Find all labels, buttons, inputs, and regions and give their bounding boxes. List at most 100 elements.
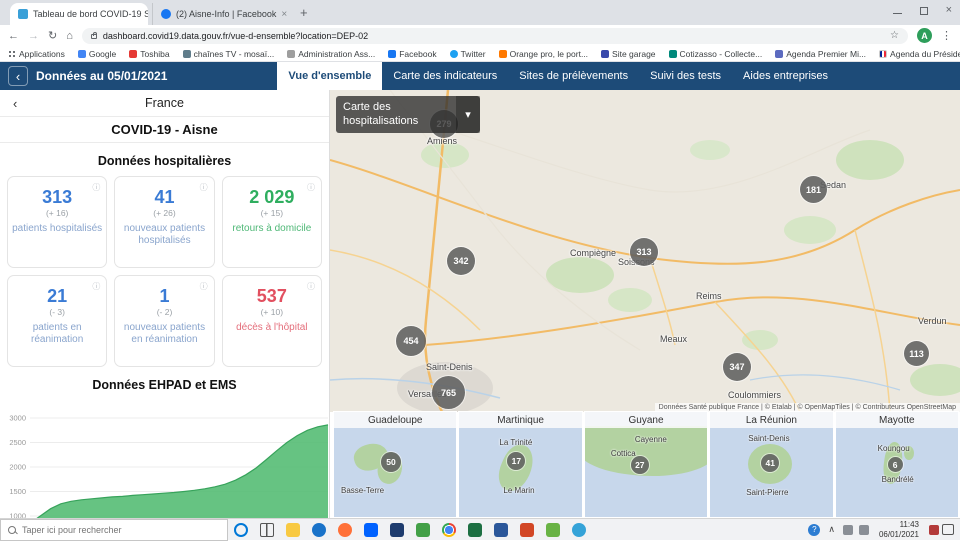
action-center-icon[interactable] (942, 524, 954, 535)
bookmark-cotizasso[interactable]: Cotizasso - Collecte... (669, 49, 763, 59)
place-label: Cayenne (635, 435, 667, 444)
bookmark-chaines-tv[interactable]: chaînes TV - mosaï... (183, 49, 275, 59)
map-bubble[interactable]: 313 (630, 238, 658, 266)
taskbar-clock[interactable]: 11:43 06/01/2021 (879, 520, 919, 538)
bookmark-agenda-president[interactable]: Agenda du Préside... (879, 49, 960, 59)
cortana-icon[interactable] (234, 523, 248, 537)
map-layer-dropdown[interactable]: Carte des hospitalisations ▾ (336, 96, 480, 133)
bookmark-site-garage[interactable]: Site garage (601, 49, 655, 59)
bookmark-orange-pro[interactable]: Orange pro, le port... (499, 49, 588, 59)
map-bubble[interactable]: 113 (904, 341, 929, 366)
inset-panel-martinique[interactable]: Martinique La Trinité 17 Le Marin (459, 412, 581, 517)
date-back-button[interactable]: ‹ (8, 66, 28, 86)
inset-bubble[interactable]: 6 (888, 457, 903, 472)
map-attribution[interactable]: Données Santé publique France | © Etalab… (655, 403, 960, 412)
browser-tab-active[interactable]: Tableau de bord COVID-19 Suiv (10, 3, 148, 25)
maximize-icon[interactable] (920, 7, 928, 15)
minimize-icon[interactable] (893, 13, 902, 14)
search-input[interactable] (22, 525, 220, 535)
back-icon[interactable]: ← (8, 30, 19, 42)
inset-panel-la-reunion[interactable]: La Réunion Saint-Denis 41 Saint-Pierre (710, 412, 832, 517)
home-icon[interactable]: ⌂ (66, 30, 73, 42)
tab-title: Tableau de bord COVID-19 Suiv (33, 9, 148, 19)
bookmark-star-icon[interactable]: ☆ (890, 30, 899, 41)
city-label: Reims (696, 291, 722, 301)
internet-explorer-icon[interactable] (312, 523, 326, 537)
info-icon[interactable]: ⓘ (307, 281, 315, 292)
french-flag-favicon (879, 50, 887, 58)
inset-bubble[interactable]: 27 (631, 456, 649, 474)
svg-text:1500: 1500 (9, 487, 26, 496)
info-icon[interactable]: ⓘ (200, 182, 208, 193)
taskbar-search[interactable] (0, 519, 228, 541)
excel-icon[interactable] (468, 523, 482, 537)
tab-aides-entreprises[interactable]: Aides entreprises (732, 62, 839, 90)
reload-icon[interactable]: ↻ (48, 29, 57, 42)
spreadsheet-app-icon[interactable] (416, 523, 430, 537)
tray-app-icon[interactable] (929, 525, 939, 535)
map-bubble[interactable]: 765 (432, 376, 465, 409)
new-tab-button[interactable]: + (300, 5, 308, 20)
inset-bubble[interactable]: 50 (381, 452, 401, 472)
sheets-app-icon[interactable] (546, 523, 560, 537)
city-label: Saint-Denis (426, 362, 473, 372)
browser-tab-facebook[interactable]: (2) Aisne-Info | Facebook × (152, 3, 294, 25)
ehpad-area-chart[interactable]: 30002500200015001000 (0, 412, 330, 518)
inset-panel-guyane[interactable]: Guyane Cayenne Cottica 27 (585, 412, 707, 517)
tab-title: (2) Aisne-Info | Facebook (176, 9, 276, 19)
covid-dashboard-favicon (18, 9, 28, 19)
forward-icon[interactable]: → (28, 30, 39, 42)
mail-icon[interactable] (390, 523, 404, 537)
map-bubble[interactable]: 342 (447, 247, 475, 275)
close-window-icon[interactable]: × (946, 5, 952, 16)
map-bubble[interactable]: 454 (396, 326, 426, 356)
bookmark-apps[interactable]: Applications (8, 49, 65, 59)
place-label: Saint-Denis (748, 434, 789, 443)
close-tab-icon[interactable]: × (281, 9, 287, 20)
bookmark-administration[interactable]: Administration Ass... (287, 49, 375, 59)
tray-chevron-up-icon[interactable]: ∧ (828, 524, 835, 535)
powerpoint-icon[interactable] (520, 523, 534, 537)
file-explorer-icon[interactable] (286, 523, 300, 537)
twitter-favicon (450, 50, 458, 58)
info-icon[interactable]: ⓘ (200, 281, 208, 292)
google-favicon (78, 50, 86, 58)
inset-title: Martinique (459, 412, 581, 428)
inset-panel-guadeloupe[interactable]: Guadeloupe 50 Basse-Terre (334, 412, 456, 517)
bookmark-twitter[interactable]: Twitter (450, 49, 486, 59)
dropbox-icon[interactable] (364, 523, 378, 537)
volume-icon[interactable] (859, 525, 869, 535)
place-label: Koungou (878, 444, 910, 453)
bookmark-agenda-pm[interactable]: Agenda Premier Mi... (775, 49, 866, 59)
bookmark-toshiba[interactable]: Toshiba (129, 49, 169, 59)
network-icon[interactable] (843, 525, 853, 535)
edge-icon[interactable] (572, 523, 586, 537)
browser-menu-icon[interactable]: ⋮ (941, 29, 952, 42)
tab-sites-prelevements[interactable]: Sites de prélèvements (508, 62, 639, 90)
apps-grid-icon (8, 50, 16, 58)
inset-panel-mayotte[interactable]: Mayotte Koungou 6 Bandrélé (836, 412, 958, 517)
help-icon[interactable]: ? (808, 524, 820, 536)
breadcrumb-france[interactable]: ‹ France (0, 90, 329, 117)
chevron-left-icon[interactable]: ‹ (13, 96, 17, 111)
tab-carte-indicateurs[interactable]: Carte des indicateurs (382, 62, 508, 90)
firefox-icon[interactable] (338, 523, 352, 537)
map-bubble[interactable]: 347 (723, 353, 751, 381)
tray-time: 11:43 (879, 520, 919, 529)
map[interactable]: Carte des hospitalisations ▾ Amiens Comp… (330, 90, 960, 412)
stat-card-nouveaux-hospitalises: ⓘ 41 (+ 26) nouveaux patients hospitalis… (114, 176, 214, 268)
place-label: Le Marin (503, 486, 534, 495)
info-icon[interactable]: ⓘ (92, 182, 100, 193)
info-icon[interactable]: ⓘ (92, 281, 100, 292)
word-icon[interactable] (494, 523, 508, 537)
bookmark-google[interactable]: Google (78, 49, 116, 59)
task-view-icon[interactable] (260, 523, 274, 537)
info-icon[interactable]: ⓘ (307, 182, 315, 193)
chrome-icon[interactable] (442, 523, 456, 537)
tab-suivi-tests[interactable]: Suivi des tests (639, 62, 732, 90)
profile-avatar[interactable]: A (917, 28, 932, 43)
map-bubble[interactable]: 181 (800, 176, 827, 203)
tab-vue-densemble[interactable]: Vue d'ensemble (277, 62, 382, 90)
address-bar[interactable]: dashboard.covid19.data.gouv.fr/vue-d-ens… (82, 28, 908, 44)
bookmark-facebook[interactable]: Facebook (388, 49, 436, 59)
